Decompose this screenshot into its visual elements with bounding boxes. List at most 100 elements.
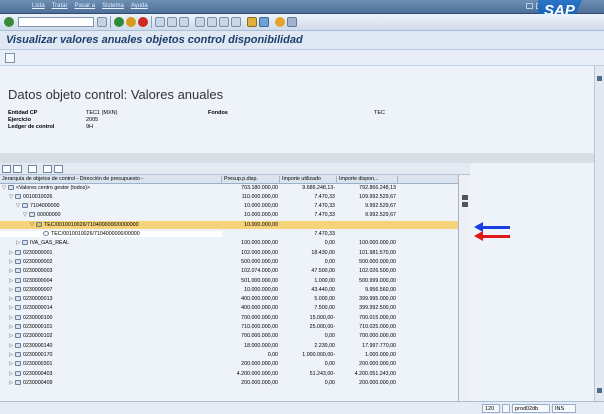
minimize-icon[interactable] [526,3,533,9]
next-page-icon[interactable] [219,17,229,27]
menu-pasar-a[interactable]: Pasar a [74,3,95,9]
node-label: 0230000014 [23,305,53,312]
table-row[interactable]: ▽ 0010010026 110.000.000,00 7.470,33 109.992… [0,193,458,201]
table-row[interactable]: ▷ 0230000002 500.000.000,00 0,00 500.000.000… [0,258,458,266]
column-header-available[interactable]: Importe dispon... [337,176,398,184]
hierarchy-cell[interactable]: ▷ 0230000001 [0,249,222,256]
chevron-down-icon[interactable] [502,404,510,413]
hierarchy-cell[interactable]: ▷ 0230000403 [0,370,222,377]
column-header-hierarchy[interactable]: Jerarquía de objetos de control - Direcc… [0,176,222,184]
hierarchy-cell[interactable]: ▷ 0230000003 [0,268,222,274]
back-icon[interactable] [114,17,124,27]
table-row[interactable]: ▷ 0230000301 200.000.000,00 0,00 200.000.000… [0,361,458,369]
table-row[interactable]: ▷ 0230000013 400.000.000,00 5.000,00 399.995… [0,296,458,304]
export-icon[interactable] [54,165,63,173]
hierarchy-cell[interactable]: ▷ 0230000100 [0,314,222,321]
hierarchy-cell[interactable]: ▽ TEC/0010010026/7104000000/0000000 [0,221,222,228]
shortcut-icon[interactable] [259,17,269,27]
available-cell: 200.000.000,00 [359,361,396,368]
hierarchy-cell[interactable]: ▽ 7104000000 [0,203,222,209]
scroll-down-icon[interactable] [462,202,468,207]
table-row[interactable]: ▽ 7104000000 10.000.000,00 7.470,33 9.992.52… [0,203,458,211]
hierarchy-cell[interactable]: ▷ 0230000170 [0,351,222,358]
table-row[interactable]: ▷ 0230000014 400.000.000,00 7.500,00 399.992… [0,305,458,313]
hierarchy-cell[interactable]: ▷ 0230000140 [0,342,222,349]
sap-window: Lista Tratar Pasar a Sistema Ayuda SAP V… [0,0,604,414]
table-row[interactable]: ▽ 00000000 10.000.000,00 7.470,33 9.992.529,… [0,212,458,220]
collapse-all-icon[interactable] [13,165,22,173]
hierarchy-cell[interactable]: TEC/0010010026/7104000000/00000 [0,231,222,237]
first-page-icon[interactable] [195,17,205,27]
new-session-icon[interactable] [247,17,257,27]
hierarchy-cell[interactable]: ▷ 0230000002 [0,258,222,265]
table-row[interactable]: ▷ 0230000100 700.000.000,00 15.000,00- 700.0… [0,314,458,322]
table-row[interactable]: ▷ 0230000102 700.000.000,00 0,00 700.000.000… [0,333,458,341]
display-settings-icon[interactable] [5,53,15,63]
hierarchy-cell[interactable]: ▷ 0230000102 [0,333,222,339]
last-page-icon[interactable] [231,17,241,27]
table-row[interactable]: ▷ 0230000004 501.000.000,00 1.000,00 500.999… [0,277,458,285]
column-header-budget[interactable]: Presup.p.disp. [222,176,280,184]
main-scrollbar[interactable] [594,66,604,401]
available-cell: 100.000.000,00 [359,240,396,247]
print-icon[interactable] [43,165,52,173]
blue-arrow-annotation [474,222,510,232]
command-field[interactable] [18,17,94,27]
menu-ayuda[interactable]: Ayuda [131,3,148,9]
session-number: 120 [482,404,500,413]
table-row[interactable]: ▷ 0230000007 10.000.000,00 43.440,00 9.956.5… [0,286,458,294]
find-icon[interactable] [28,165,37,173]
enter-icon[interactable] [4,17,14,27]
menu-lista[interactable]: Lista [32,3,45,9]
hierarchy-cell[interactable]: ▽ 0010010026 [0,193,222,200]
scroll-down-icon[interactable] [597,388,602,393]
hierarchy-cell[interactable]: ▷ 0230000014 [0,305,222,311]
help-icon[interactable] [275,17,285,27]
previous-page-icon[interactable] [207,17,217,27]
hierarchy-cell[interactable]: ▷ 0230000101 [0,324,222,330]
hierarchy-cell[interactable]: ▷ 0230000409 [0,379,222,386]
table-row[interactable]: ▽ TEC/0010010026/7104000000/0000000 10.000… [0,221,458,230]
find-icon[interactable] [167,17,177,27]
hierarchy-cell[interactable]: ▷ IVA_GAS_REAL [0,240,222,246]
main-content: Datos objeto control: Valores anuales En… [0,66,594,401]
table-row[interactable]: ▷ 0230000003 102.074.000,00 47.500,00 102.02… [0,268,458,276]
hierarchy-cell[interactable]: ▷ 0230000004 [0,277,222,284]
table-row[interactable]: ▷ IVA_GAS_REAL 100.000.000,00 0,00 100.000.0… [0,240,458,248]
table-row[interactable]: ▽ <Valores centro gestor (todos)> 703.180.… [0,184,458,192]
scroll-up-icon[interactable] [597,76,602,81]
menu-sistema[interactable]: Sistema [102,3,124,9]
layout-menu-icon[interactable] [287,17,297,27]
exit-icon[interactable] [126,17,136,27]
print-icon[interactable] [155,17,165,27]
hierarchy-cell[interactable]: ▽ <Valores centro gestor (todos)> [0,184,222,191]
find-next-icon[interactable] [179,17,189,27]
table-row[interactable]: ▷ 0230000170 0,00 1.000.000,00- 1.000.000,00 [0,351,458,359]
hierarchy-cell[interactable]: ▷ 0230000301 [0,361,222,367]
node-label: 7104000000 [30,203,60,210]
table-row[interactable]: ▷ 0230000001 102.000.000,00 18.430,00 101.98… [0,249,458,257]
page-title: Visualizar valores anuales objetos contr… [6,34,303,46]
table-row[interactable]: TEC/0010010026/7104000000/00000 7.470,33 [0,231,458,239]
fondos-value: TEC [374,110,385,116]
table-row[interactable]: ▷ 0230000409 200.000.000,00 0,00 200.000.000… [0,379,458,387]
available-cell: 4.200.051.243,00 [354,370,396,377]
hierarchy-cell[interactable]: ▷ 0230000007 [0,286,222,293]
save-icon[interactable] [97,17,107,27]
expand-all-icon[interactable] [2,165,11,173]
column-header-used[interactable]: Importe utilizado [280,176,337,184]
grid-scrollbar[interactable] [458,175,470,401]
table-row[interactable]: ▷ 0230000140 18.000.000,00 2.230,00 17.997.7… [0,342,458,350]
hierarchy-cell[interactable]: ▽ 00000000 [0,212,222,218]
separator-band [0,153,594,163]
used-cell: 0,00 [324,361,335,368]
hierarchy-cell[interactable]: ▷ 0230000013 [0,296,222,302]
table-row[interactable]: ▷ 0230000403 4.200.000.000,00 51.243,00- 4.2… [0,370,458,378]
cancel-icon[interactable] [138,17,148,27]
table-row[interactable]: ▷ 0230000101 710.000.000,00 25.000,00- 710.0… [0,324,458,332]
budget-cell: 10.000.000,00 [244,286,278,293]
scroll-up-icon[interactable] [462,195,468,200]
application-toolbar [0,50,604,66]
menu-tratar[interactable]: Tratar [52,3,68,9]
folder-icon [22,203,28,209]
